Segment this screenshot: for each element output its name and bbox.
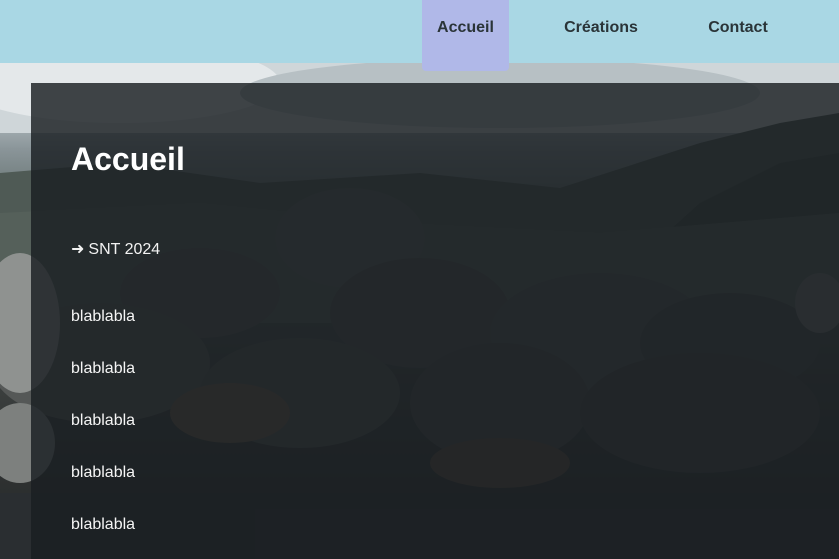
paragraph-1: blablabla (71, 308, 136, 325)
paragraph-4: blablabla (71, 464, 136, 481)
snt-2024-link-label: SNT 2024 (88, 241, 161, 258)
paragraph-2: blablabla (71, 360, 136, 377)
snt-2024-link[interactable]: ➜ SNT 2024 (71, 239, 160, 259)
paragraph-3: blablabla (71, 412, 136, 429)
arrow-right-icon: ➜ (71, 241, 85, 258)
main-content-panel: Accueil ➜ SNT 2024 blablabla blablabla bl… (31, 83, 839, 559)
nav-tab-accueil[interactable]: Accueil (422, 0, 509, 71)
page-title: Accueil (71, 141, 185, 177)
top-navigation-bar: Accueil Créations Contact (0, 0, 839, 71)
paragraph-5: blablabla (71, 516, 136, 533)
nav-tab-creations[interactable]: Créations (552, 0, 650, 63)
nav-tab-contact[interactable]: Contact (695, 0, 781, 63)
